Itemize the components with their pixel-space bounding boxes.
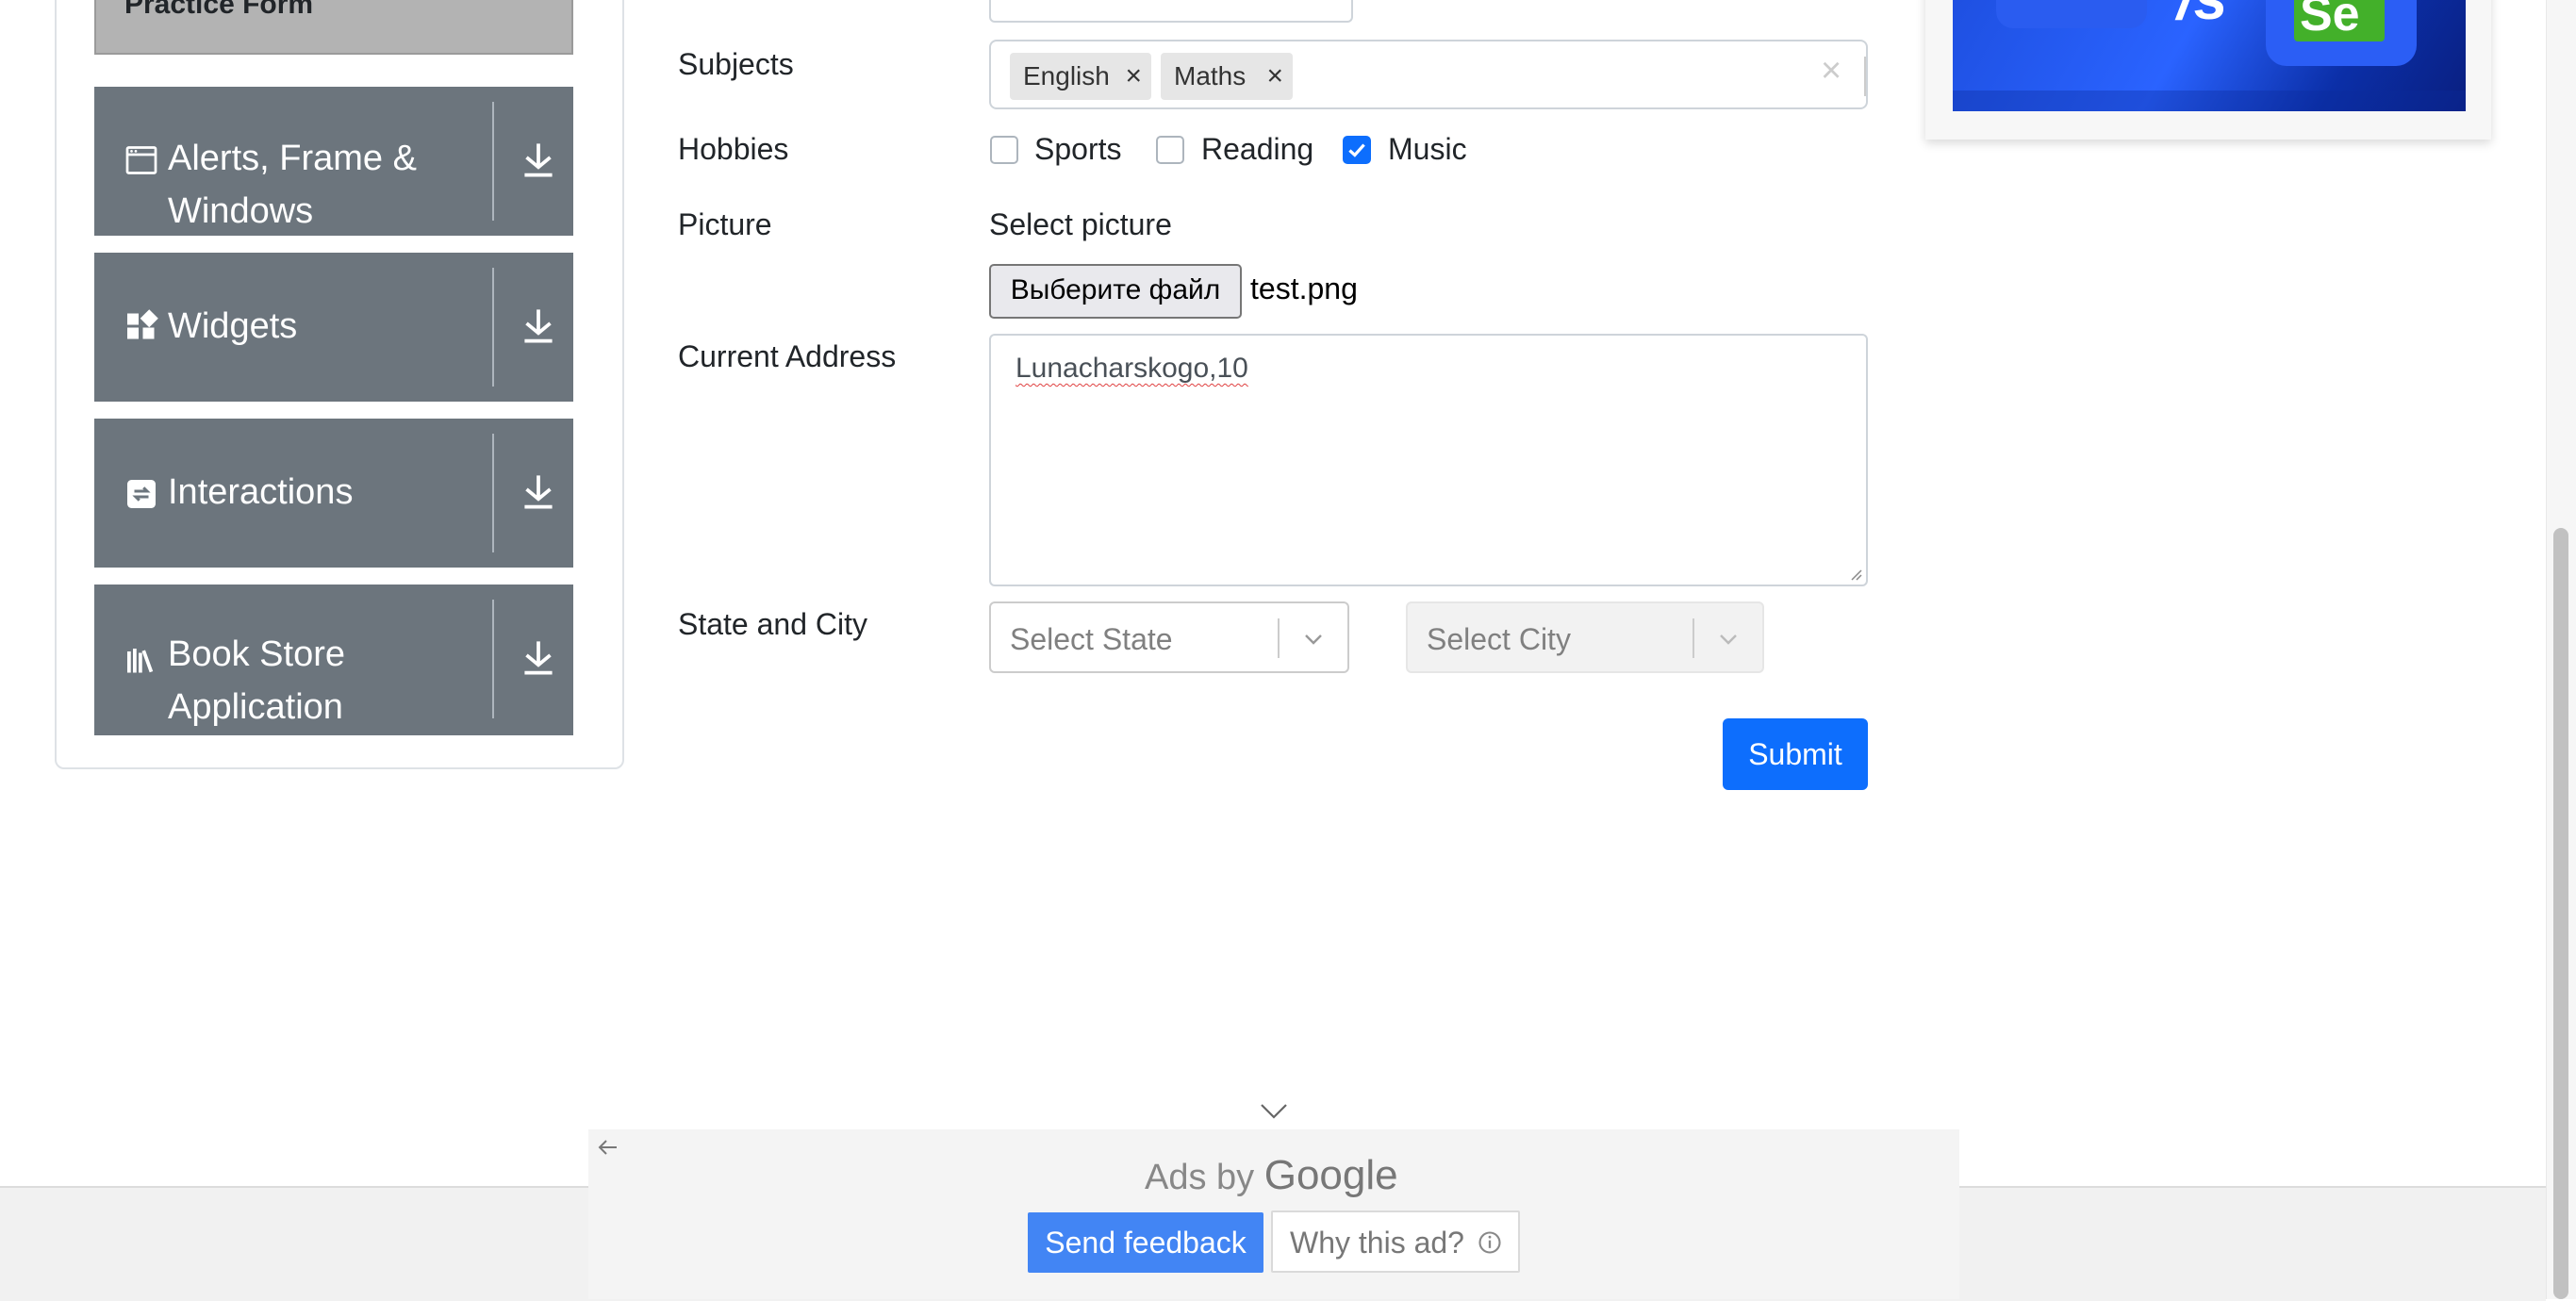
checkmark-icon: [1348, 143, 1365, 157]
date-of-birth-input[interactable]: [989, 0, 1353, 23]
browser-window-icon: [125, 146, 157, 174]
chevron-down-icon[interactable]: [1258, 1101, 1290, 1122]
choose-file-button[interactable]: Выберите файл: [989, 264, 1242, 319]
info-icon: [1478, 1231, 1501, 1254]
hobby-reading-label[interactable]: Reading: [1201, 132, 1313, 167]
download-arrow-icon[interactable]: [515, 302, 562, 349]
submit-button[interactable]: Submit: [1723, 718, 1868, 790]
hobby-sports-label[interactable]: Sports: [1034, 132, 1121, 167]
clear-subjects-icon[interactable]: ×: [1821, 51, 1841, 91]
divider: [1864, 57, 1866, 96]
sidebar-group-label: Interactions: [168, 472, 354, 512]
subject-chip: English ×: [1010, 53, 1151, 100]
sidebar-group-book-store[interactable]: Book Store Application: [94, 585, 573, 735]
state-select[interactable]: Select State: [989, 601, 1349, 673]
sidebar-group-label: Widgets: [168, 306, 298, 346]
sidebar-item-practice-form[interactable]: Practice Form: [94, 0, 573, 55]
svg-text:Se: Se: [2300, 0, 2360, 41]
interactions-icon: [127, 480, 156, 508]
state-placeholder: Select State: [1010, 622, 1173, 656]
send-feedback-button[interactable]: Send feedback: [1028, 1212, 1263, 1273]
remove-subject-icon[interactable]: ×: [1266, 53, 1283, 100]
subjects-input[interactable]: English × Maths × ×: [989, 40, 1868, 109]
scrollbar-thumb[interactable]: [2553, 528, 2568, 1299]
sidebar-group-label: Book Store Application: [168, 634, 345, 727]
hobby-music-label[interactable]: Music: [1388, 132, 1467, 167]
widgets-icon: [127, 309, 158, 339]
resize-grip-icon[interactable]: [1847, 566, 1862, 581]
ad-graphic-icon: /s Se: [1953, 0, 2466, 111]
sidebar-group-interactions[interactable]: Interactions: [94, 419, 573, 568]
back-arrow-icon[interactable]: [596, 1137, 620, 1158]
subject-chip: Maths ×: [1161, 53, 1293, 100]
chevron-down-icon: [1305, 634, 1322, 645]
divider: [1693, 618, 1694, 658]
divider: [492, 434, 494, 552]
divider: [1278, 618, 1280, 658]
ads-by-text: Ads by: [1145, 1158, 1255, 1197]
city-select[interactable]: Select City: [1406, 601, 1764, 673]
google-logo: Google: [1263, 1152, 1398, 1198]
ad-banner-image[interactable]: /s Se: [1953, 0, 2466, 111]
ads-by-google-label: Ads by Google: [1145, 1152, 1398, 1199]
hobby-reading-checkbox[interactable]: [1156, 136, 1184, 164]
chevron-down-icon: [1720, 634, 1737, 645]
current-address-textarea[interactable]: Lunacharskogo,10: [989, 334, 1868, 586]
divider: [492, 268, 494, 387]
current-address-label: Current Address: [678, 339, 897, 373]
sidebar-group-widgets[interactable]: Widgets: [94, 253, 573, 402]
remove-subject-icon[interactable]: ×: [1125, 53, 1142, 100]
svg-text:/s: /s: [2174, 0, 2227, 32]
hobby-sports-checkbox[interactable]: [990, 136, 1018, 164]
select-picture-label: Select picture: [989, 207, 1172, 241]
hobbies-label: Hobbies: [678, 132, 789, 166]
why-this-ad-button[interactable]: Why this ad?: [1271, 1210, 1520, 1273]
current-address-value: Lunacharskogo,10: [1016, 353, 1248, 384]
subjects-label: Subjects: [678, 47, 794, 81]
subject-chip-label: English: [1023, 61, 1110, 91]
why-this-ad-label: Why this ad?: [1290, 1226, 1464, 1260]
sidebar-group-label: Alerts, Frame & Windows: [168, 139, 417, 231]
sidebar-item-label: Practice Form: [124, 0, 314, 20]
selected-file-name: test.png: [1250, 272, 1358, 305]
divider: [492, 102, 494, 221]
picture-label: Picture: [678, 207, 772, 241]
divider: [492, 600, 494, 718]
city-placeholder: Select City: [1427, 622, 1571, 656]
subject-chip-label: Maths: [1174, 61, 1247, 91]
books-icon: [127, 649, 154, 673]
sidebar-group-alerts-frame-windows[interactable]: Alerts, Frame & Windows: [94, 87, 573, 236]
download-arrow-icon[interactable]: [515, 468, 562, 515]
download-arrow-icon[interactable]: [515, 634, 562, 681]
download-arrow-icon[interactable]: [515, 136, 562, 183]
hobby-music-checkbox[interactable]: [1343, 136, 1371, 164]
state-city-label: State and City: [678, 607, 867, 641]
